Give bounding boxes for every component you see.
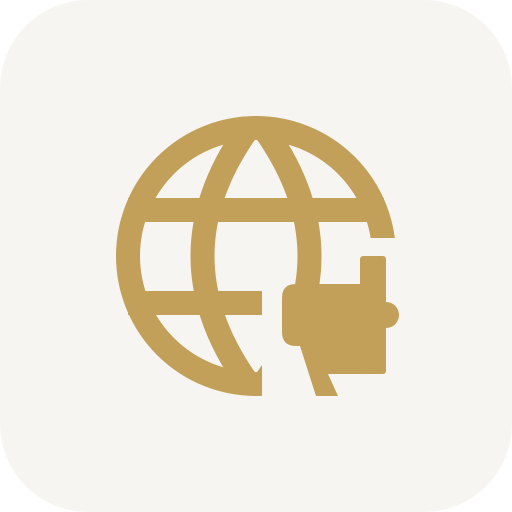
app-icon-tile[interactable]	[0, 0, 512, 512]
globe-megaphone-icon	[116, 116, 399, 396]
